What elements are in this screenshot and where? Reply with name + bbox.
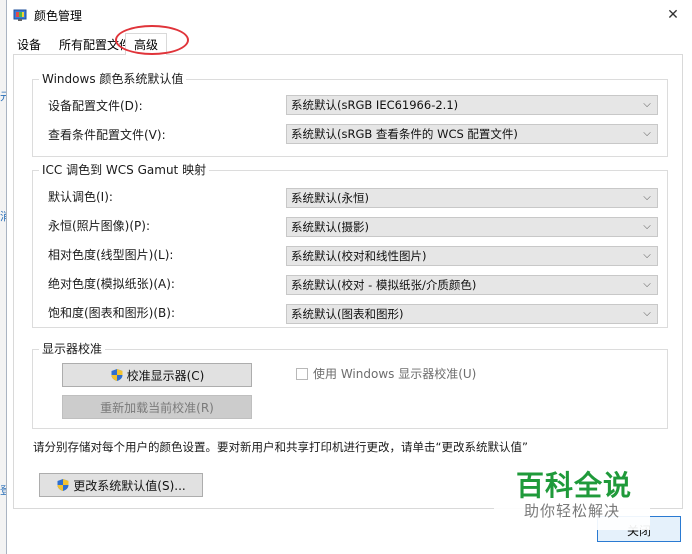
chevron-down-icon: ⌵ (643, 279, 651, 290)
select-value: 系统默认(sRGB IEC61966-2.1) (291, 98, 459, 112)
icc-gamut-mapping-group: ICC 调色到 WCS Gamut 映射 默认调色(I): 系统默认(永恒) ⌵… (32, 163, 668, 328)
button-label: 更改系统默认值(S)... (73, 478, 186, 493)
checkbox-box (296, 367, 308, 380)
device-profile-label: 设备配置文件(D): (48, 99, 143, 113)
absolute-colorimetric-label: 绝对色度(模拟纸张)(A): (48, 277, 175, 291)
chevron-down-icon: ⌵ (643, 192, 651, 203)
chevron-down-icon: ⌵ (643, 99, 651, 110)
button-label: 重新加载当前校准(R) (100, 400, 214, 415)
perceptual-select[interactable]: 系统默认(摄影) ⌵ (286, 217, 658, 237)
select-value: 系统默认(校对和线性图片) (291, 249, 427, 263)
display-calibration-group: 显示器校准 校准显示器(C) 重新加载当前校准(R) 使用 Windows 显示… (32, 342, 668, 429)
calibrate-display-button[interactable]: 校准显示器(C) (62, 363, 252, 387)
uac-shield-icon (57, 479, 69, 491)
change-system-defaults-button[interactable]: 更改系统默认值(S)... (39, 473, 203, 497)
relative-colorimetric-select[interactable]: 系统默认(校对和线性图片) ⌵ (286, 246, 658, 266)
select-value: 系统默认(sRGB 查看条件的 WCS 配置文件) (291, 127, 518, 141)
color-management-icon (13, 9, 27, 21)
reload-calibration-button[interactable]: 重新加载当前校准(R) (62, 395, 252, 419)
close-window-button[interactable]: ✕ (659, 4, 687, 26)
relative-colorimetric-label: 相对色度(线型图片)(L): (48, 248, 174, 262)
chevron-down-icon: ⌵ (643, 128, 651, 139)
group-title: 显示器校准 (39, 342, 106, 356)
viewing-conditions-select[interactable]: 系统默认(sRGB 查看条件的 WCS 配置文件) ⌵ (286, 124, 658, 144)
chevron-down-icon: ⌵ (643, 308, 651, 319)
saturation-select[interactable]: 系统默认(图表和图形) ⌵ (286, 304, 658, 324)
windows-defaults-group: Windows 颜色系统默认值 设备配置文件(D): 系统默认(sRGB IEC… (32, 72, 668, 157)
title-bar: 颜色管理 ✕ (7, 0, 692, 30)
uac-shield-icon (111, 369, 123, 381)
use-windows-calibration-checkbox[interactable]: 使用 Windows 显示器校准(U) (296, 365, 476, 382)
select-value: 系统默认(摄影) (291, 220, 369, 234)
chevron-down-icon: ⌵ (643, 221, 651, 232)
group-title: ICC 调色到 WCS Gamut 映射 (39, 163, 210, 177)
advanced-tab-panel: Windows 颜色系统默认值 设备配置文件(D): 系统默认(sRGB IEC… (13, 54, 683, 509)
watermark-title: 百科全说 (516, 469, 633, 502)
tab-strip: 设备 所有配置文件 高级 (7, 33, 692, 55)
viewing-conditions-label: 查看条件配置文件(V): (48, 128, 166, 142)
button-label: 校准显示器(C) (126, 368, 205, 383)
group-title: Windows 颜色系统默认值 (39, 72, 187, 86)
default-rendering-select[interactable]: 系统默认(永恒) ⌵ (286, 188, 658, 208)
watermark-subtitle: 助你轻松解决 (524, 502, 621, 520)
select-value: 系统默认(永恒) (291, 191, 369, 205)
default-rendering-label: 默认调色(I): (48, 190, 113, 204)
info-note: 请分别存储对每个用户的颜色设置。要对新用户和共享打印机进行更改，请单击“更改系统… (33, 440, 528, 454)
absolute-colorimetric-select[interactable]: 系统默认(校对 - 模拟纸张/介质颜色) ⌵ (286, 275, 658, 295)
tab-devices[interactable]: 设备 (11, 35, 47, 55)
device-profile-select[interactable]: 系统默认(sRGB IEC61966-2.1) ⌵ (286, 95, 658, 115)
window-title: 颜色管理 (34, 9, 83, 23)
perceptual-label: 永恒(照片图像)(P): (48, 219, 151, 233)
checkbox-label: 使用 Windows 显示器校准(U) (313, 367, 477, 381)
select-value: 系统默认(校对 - 模拟纸张/介质颜色) (291, 278, 477, 292)
watermark-overlay: 百科全说 助你轻松解决 (494, 458, 650, 530)
tab-advanced[interactable]: 高级 (125, 33, 168, 55)
select-value: 系统默认(图表和图形) (291, 307, 404, 321)
chevron-down-icon: ⌵ (643, 250, 651, 261)
saturation-label: 饱和度(图表和图形)(B): (48, 306, 176, 320)
